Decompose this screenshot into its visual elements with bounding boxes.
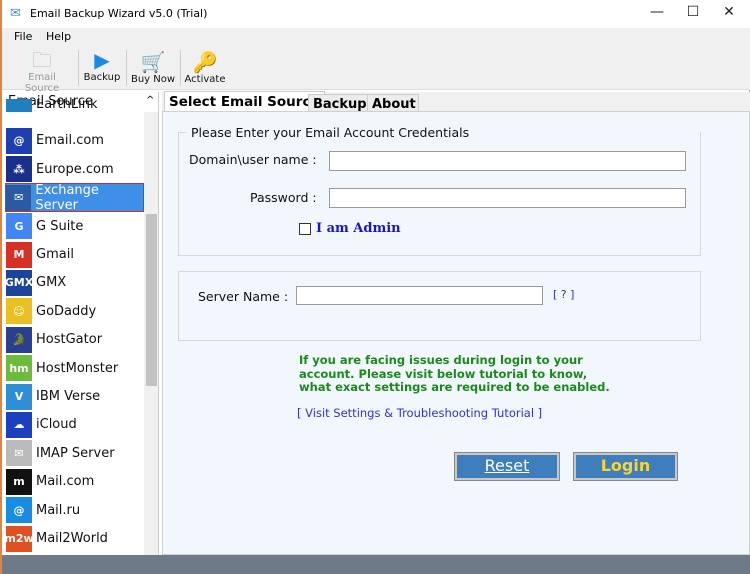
sidebar-item-label: iCloud — [36, 417, 77, 433]
provider-logo-icon: G — [6, 213, 32, 240]
sidebar-item-label: Exchange Server — [35, 182, 99, 213]
close-button[interactable]: ✕ — [714, 4, 744, 24]
password-input[interactable] — [329, 188, 686, 208]
notice-line: If you are facing issues during login to… — [299, 353, 583, 367]
key-icon: 🔑 — [192, 50, 218, 74]
sidebar-item-hostmonster[interactable]: hm HostMonster — [6, 355, 143, 382]
server-help-link[interactable]: [ ? ] — [553, 288, 574, 301]
divider — [126, 50, 127, 86]
server-label: Server Name : — [198, 289, 289, 304]
tutorial-link[interactable]: [ Visit Settings & Troubleshooting Tutor… — [297, 406, 542, 420]
sidebar-item-label: Europe.com — [36, 161, 114, 177]
sidebar-item-godaddy[interactable]: ☺ GoDaddy — [6, 298, 143, 325]
email-source-label: Email Source — [24, 72, 60, 94]
sidebar-item-label: EarthLink — [36, 99, 98, 112]
provider-logo-icon: ✉ — [6, 440, 32, 467]
sidebar-item-earthlink[interactable]: EarthLink — [6, 99, 143, 112]
email-source-button[interactable]: 🗀 Email Source — [10, 48, 74, 94]
cart-icon: 🛒 — [140, 50, 166, 74]
sidebar-item-label: IMAP Server — [36, 445, 115, 461]
sidebar-item-label: HostGator — [36, 332, 103, 348]
divider — [180, 50, 181, 86]
maximize-button[interactable]: ☐ — [678, 4, 708, 24]
server-group — [178, 271, 701, 341]
backup-label: Backup — [83, 72, 121, 83]
sidebar-item-label: G Suite — [36, 218, 84, 234]
window-title: Email Backup Wizard v5.0 (Trial) — [30, 7, 208, 20]
notice-line: what exact settings are required to be e… — [299, 380, 610, 394]
buy-now-button[interactable]: 🛒 Buy Now — [130, 50, 176, 90]
sidebar-item-email-com[interactable]: @ Email.com — [6, 127, 143, 154]
activate-button[interactable]: 🔑 Activate — [184, 50, 226, 90]
admin-label[interactable]: I am Admin — [316, 221, 401, 236]
scrollbar-thumb[interactable] — [146, 214, 157, 386]
divider — [178, 132, 186, 133]
minimize-button[interactable]: — — [642, 4, 672, 24]
provider-logo-icon: ☁ — [6, 411, 32, 438]
sidebar-item-label: GoDaddy — [36, 303, 97, 319]
sidebar-item-hostgator[interactable]: 🐊 HostGator — [6, 326, 143, 353]
provider-logo-icon: ☺ — [6, 298, 32, 325]
server-name-input[interactable] — [296, 286, 543, 305]
play-icon: ▶ — [94, 48, 110, 72]
menu-file[interactable]: File — [14, 30, 32, 43]
provider-logo-icon: ✉ — [6, 184, 32, 211]
toolbar: 🗀 Email Source ▶ Backup 🛒 Buy Now 🔑 Activate — [2, 46, 750, 94]
scroll-up-button[interactable]: ^ — [146, 95, 154, 106]
admin-checkbox[interactable] — [299, 223, 311, 235]
provider-logo-icon: V — [6, 383, 32, 410]
status-bar — [2, 555, 750, 574]
sidebar-item-label: Gmail — [36, 247, 74, 262]
provider-logo-icon — [6, 99, 32, 112]
password-label: Password : — [250, 190, 317, 205]
sidebar-item-icloud[interactable]: ☁ iCloud — [6, 411, 143, 438]
provider-logo-icon: hm — [6, 355, 32, 382]
menu-help[interactable]: Help — [46, 30, 71, 43]
provider-logo-icon: ⁂ — [6, 156, 32, 183]
tab-select-email-source[interactable]: Select Email Source — [164, 91, 325, 113]
login-button[interactable]: Login — [573, 452, 678, 481]
sidebar-item-mail-com[interactable]: m Mail.com — [6, 468, 143, 495]
activate-label: Activate — [184, 74, 226, 85]
sidebar-item-label: Email.com — [36, 133, 104, 149]
login-notice: If you are facing issues during login to… — [299, 353, 610, 395]
sidebar-item-label: IBM Verse — [36, 389, 101, 404]
reset-button[interactable]: Reset — [454, 452, 560, 481]
provider-logo-icon: m2w — [4, 525, 34, 552]
user-name-input[interactable] — [329, 151, 686, 171]
sidebar-item-imap-server[interactable]: ✉ IMAP Server — [6, 440, 143, 467]
provider-logo-icon: 🐊 — [6, 326, 32, 353]
title-bar: ✉ Email Backup Wizard v5.0 (Trial) — ☐ ✕ — [2, 0, 750, 28]
sidebar-item-gmail[interactable]: M Gmail — [6, 241, 143, 268]
user-label: Domain\user name : — [189, 152, 317, 167]
provider-logo-icon: @ — [6, 497, 32, 524]
sidebar-item-label: HostMonster — [36, 360, 119, 376]
sidebar-item-europe-com[interactable]: ⁂ Europe.com — [6, 156, 143, 183]
sidebar-item-mail2world[interactable]: m2w Mail2World — [4, 525, 143, 552]
provider-logo-icon: GMX — [5, 269, 33, 296]
backup-button[interactable]: ▶ Backup — [82, 48, 122, 88]
menu-bar: File Help — [2, 28, 750, 46]
divider — [78, 50, 79, 86]
sidebar-item-label: Mail.ru — [36, 502, 81, 518]
provider-logo-icon: M — [6, 241, 32, 268]
provider-logo-icon: @ — [6, 127, 32, 154]
sidebar-item-label: GMX — [36, 275, 67, 291]
sidebar-item-g-suite[interactable]: GG Suite — [6, 213, 143, 240]
sidebar-item-ibm-verse[interactable]: V IBM Verse — [6, 383, 143, 410]
provider-logo-icon: m — [6, 468, 32, 495]
sidebar-item-label: Mail.com — [36, 474, 95, 490]
buy-now-label: Buy Now — [130, 74, 176, 85]
sidebar-item-exchange-server[interactable]: ✉ Exchange Server — [5, 182, 144, 213]
app-icon: ✉ — [10, 6, 21, 21]
credentials-group-title: Please Enter your Email Account Credenti… — [189, 125, 472, 140]
sidebar-item-label: Mail2World — [36, 531, 108, 546]
folder-add-icon: 🗀 — [32, 48, 52, 72]
sidebar-item-gmx[interactable]: GMX GMX — [5, 269, 143, 296]
notice-line: account. Please visit below tutorial to … — [299, 366, 588, 381]
sidebar-item-mail-ru[interactable]: @ Mail.ru — [6, 497, 143, 524]
